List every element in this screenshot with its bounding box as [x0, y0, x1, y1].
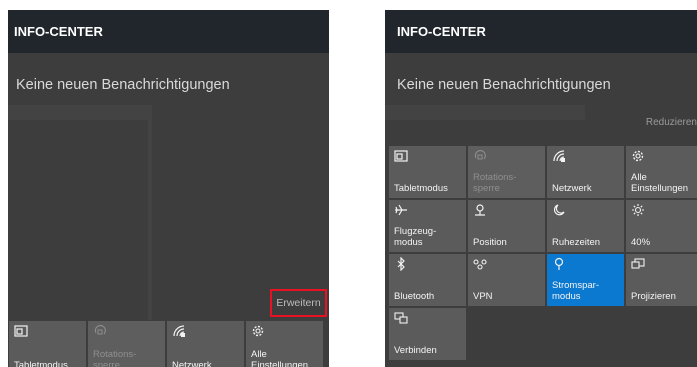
background-blur	[385, 105, 585, 120]
quick-action-label: Alle Einstellungen	[631, 172, 689, 194]
quick-action-label: Ruhezeiten	[552, 237, 601, 248]
quick-action-flugzeug-modus[interactable]: Flugzeug- modus	[389, 200, 466, 252]
rotation-lock-icon	[93, 324, 109, 340]
quick-action-tabletmodus[interactable]: Tabletmodus	[9, 321, 86, 367]
quick-action-vpn[interactable]: VPN	[468, 254, 545, 306]
quick-action-label: Flugzeug- modus	[394, 226, 437, 248]
quick-action-ruhezeiten[interactable]: Ruhezeiten	[547, 200, 624, 252]
quick-action-label: Bluetooth	[394, 291, 435, 302]
quick-action-label: Rotations- sperre	[473, 172, 517, 194]
quick-action-netzwerk[interactable]: Netzwerk	[167, 321, 244, 367]
quick-action-rotations-sperre[interactable]: Rotations- sperre	[468, 146, 545, 198]
panel-title: INFO-CENTER	[385, 10, 697, 53]
airplane-icon	[394, 203, 410, 219]
quick-action-alle-einstellungen[interactable]: Alle Einstellungen	[246, 321, 323, 367]
quick-action-tabletmodus[interactable]: Tabletmodus	[389, 146, 466, 198]
background-blur	[8, 105, 148, 120]
quick-action-label: VPN	[473, 291, 493, 302]
quick-actions-grid: Tabletmodus Rotations- sperre Netzwerk Alle…	[389, 146, 697, 360]
quick-action-verbinden[interactable]: Verbinden	[389, 308, 466, 360]
gear-icon	[251, 324, 267, 340]
gear-icon	[631, 149, 647, 165]
quick-action-position[interactable]: Position	[468, 200, 545, 252]
panel-title: INFO-CENTER	[8, 10, 329, 53]
quick-action-netzwerk[interactable]: Netzwerk	[547, 146, 624, 198]
tablet-mode-icon	[14, 324, 30, 340]
quick-action-label: Alle Einstellungen	[251, 349, 309, 367]
quick-action-label: Tabletmodus	[394, 183, 448, 194]
quick-action-label: Netzwerk	[172, 360, 212, 367]
network-icon	[172, 324, 188, 340]
quick-action-label: Projizieren	[631, 291, 676, 302]
collapse-button[interactable]: Reduzieren	[646, 117, 697, 128]
quick-action-label: Position	[473, 237, 507, 248]
action-center-expanded: INFO-CENTER Keine neuen Benachrichtigung…	[385, 10, 697, 367]
location-icon	[473, 203, 489, 219]
quick-action-alle-einstellungen[interactable]: Alle Einstellungen	[626, 146, 697, 198]
quick-action-label: Tabletmodus	[14, 360, 68, 367]
quick-action-label: Stromspar- modus	[552, 280, 599, 302]
no-notifications-text: Keine neuen Benachrichtigungen	[16, 77, 230, 93]
moon-icon	[552, 203, 568, 219]
background-blur	[148, 105, 152, 320]
quick-action-label: Verbinden	[394, 345, 437, 356]
quick-action-rotations-sperre[interactable]: Rotations- sperre	[88, 321, 165, 367]
battery-saver-icon	[552, 257, 568, 273]
quick-action-stromspar-modus[interactable]: Stromspar- modus	[547, 254, 624, 306]
quick-action-label: Netzwerk	[552, 183, 592, 194]
no-notifications-text: Keine neuen Benachrichtigungen	[397, 77, 611, 93]
rotation-lock-icon	[473, 149, 489, 165]
quick-actions-grid: Tabletmodus Rotations- sperre Netzwerk Alle…	[9, 321, 323, 367]
bluetooth-icon	[394, 257, 410, 273]
vpn-icon	[473, 257, 489, 273]
quick-action-label: 40%	[631, 237, 651, 248]
tablet-mode-icon	[394, 149, 410, 165]
action-center-collapsed: INFO-CENTER Keine neuen Benachrichtigung…	[8, 10, 329, 367]
quick-action-projizieren[interactable]: Projizieren	[626, 254, 697, 306]
quick-action-label: Rotations- sperre	[93, 349, 137, 367]
network-icon	[552, 149, 568, 165]
quick-action-40[interactable]: 40%	[626, 200, 697, 252]
quick-action-bluetooth[interactable]: Bluetooth	[389, 254, 466, 306]
connect-icon	[394, 311, 410, 327]
project-icon	[631, 257, 647, 273]
brightness-icon	[631, 203, 647, 219]
expand-button[interactable]: Erweitern	[270, 289, 327, 317]
